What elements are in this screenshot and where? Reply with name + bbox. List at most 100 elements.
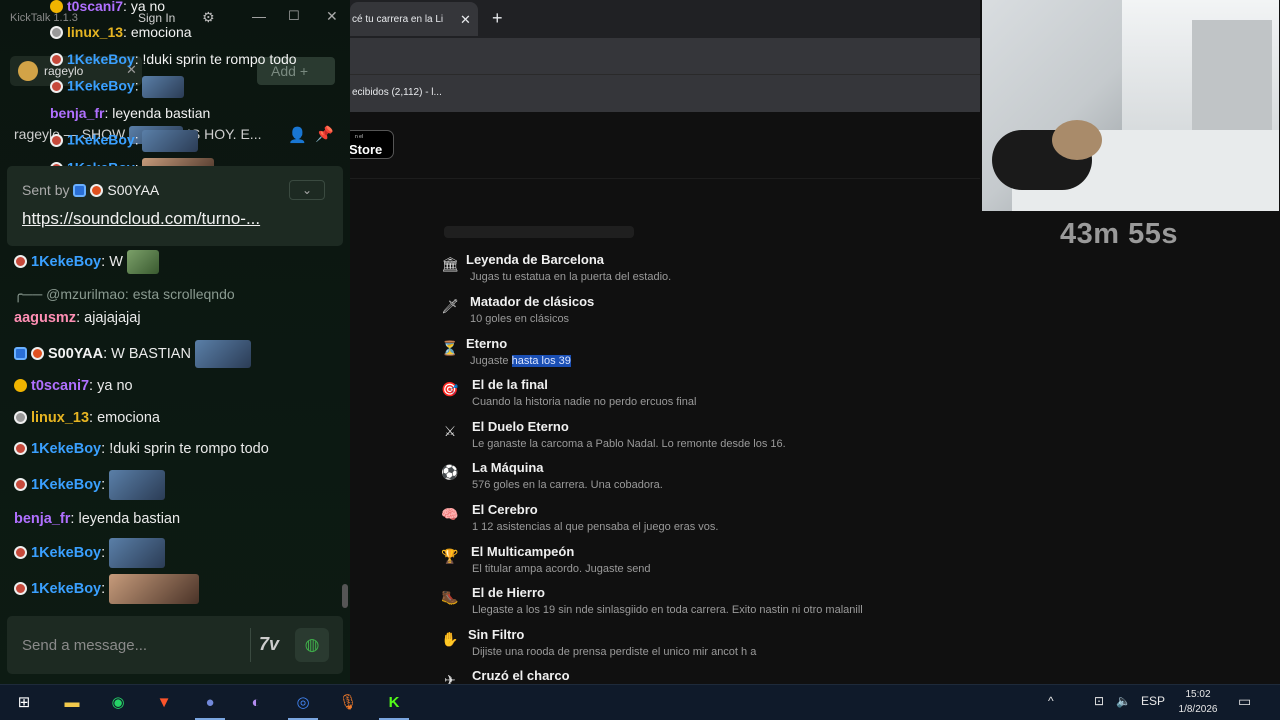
- badge-icon: [90, 184, 104, 197]
- bookmark-item[interactable]: ecibidos (2,112) - l...: [352, 87, 442, 98]
- achievement-title: Sin Filtro: [468, 627, 525, 642]
- username[interactable]: benja_fr: [50, 105, 104, 121]
- webcam-head: [1052, 120, 1102, 160]
- network-icon[interactable]: ⊡: [1094, 694, 1104, 708]
- achievement-item: ⏳ Eterno Jugaste hasta los 39: [440, 336, 1000, 376]
- achievement-title: El de Hierro: [472, 585, 545, 600]
- achievement-title: El Duelo Eterno: [472, 419, 569, 434]
- chat-message: aagusmz: ajajajajaj: [14, 310, 141, 326]
- hourglass-icon: ⏳: [441, 340, 459, 356]
- message-text: ya no: [97, 378, 133, 394]
- badge-icon: [14, 581, 27, 595]
- tab-close-icon[interactable]: ✕: [460, 12, 471, 28]
- emote: [109, 574, 200, 604]
- chat-message: 1KekeBoy: W: [14, 250, 159, 274]
- username[interactable]: S00YAA: [48, 346, 103, 362]
- emote: [109, 470, 166, 500]
- achievement-desc: 576 goles en la carrera. Una cobadora.: [472, 479, 663, 491]
- message-text: emociona: [130, 24, 192, 40]
- username[interactable]: 1KekeBoy: [31, 477, 101, 493]
- message-text: W: [109, 253, 123, 270]
- address-bar[interactable]: [350, 38, 980, 74]
- chrome-icon[interactable]: ◎: [291, 691, 315, 715]
- achievement-item: 🥾 El de Hierro Llegaste a los 19 sin nde…: [440, 585, 1000, 625]
- username[interactable]: benja_fr: [14, 511, 70, 527]
- volume-icon[interactable]: 🔈: [1116, 694, 1131, 708]
- chevron-up-icon[interactable]: ^: [1048, 694, 1054, 708]
- divider: [250, 628, 251, 662]
- username[interactable]: 1KekeBoy: [31, 441, 101, 457]
- sent-by-user[interactable]: S00YAA: [107, 182, 159, 198]
- badge-icon: [50, 26, 63, 39]
- username[interactable]: 1KekeBoy: [67, 51, 135, 67]
- badge-icon: [50, 0, 63, 13]
- achievement-item: ✋ Sin Filtro Dijiste una rooda de prensa…: [440, 627, 1000, 667]
- app-icon[interactable]: ◐: [244, 691, 268, 715]
- message-text: W BASTIAN: [111, 345, 191, 362]
- username[interactable]: 1KekeBoy: [31, 254, 101, 270]
- username[interactable]: linux_13: [31, 410, 89, 426]
- chat-message: t0scani7: ya no: [50, 0, 165, 14]
- username[interactable]: aagusmz: [14, 310, 76, 326]
- chat-message: linux_13: emociona: [50, 24, 192, 40]
- achievement-item: ⚔ El Duelo Eterno Le ganaste la carcoma …: [440, 419, 1000, 459]
- username[interactable]: 1KekeBoy: [31, 545, 101, 561]
- chat-input-box: 7v ◍: [7, 616, 343, 674]
- file-explorer-icon[interactable]: ▬: [60, 691, 84, 715]
- browser-tab[interactable]: cé tu carrera en la Li ✕: [350, 2, 478, 36]
- message-text: !duki sprin te rompo todo: [142, 51, 297, 67]
- achievement-title: El de la final: [472, 377, 548, 392]
- emote-picker-icon[interactable]: 7v: [259, 634, 279, 655]
- achievement-title: El Multicampeón: [471, 544, 575, 559]
- badge-icon: [14, 254, 27, 268]
- emote: [194, 340, 251, 368]
- username[interactable]: t0scani7: [67, 0, 123, 14]
- achievement-item: 🗡 Matador de clásicos 10 goles en clásic…: [440, 294, 1000, 334]
- chat-scrollbar[interactable]: [342, 584, 348, 608]
- chat-input[interactable]: [7, 616, 243, 674]
- chat-message: 1KekeBoy:: [50, 76, 185, 98]
- store-small-label: n el: [355, 134, 364, 140]
- browser-tab-title: cé tu carrera en la Li: [352, 14, 444, 25]
- reply-text: @mzurilmao: esta scrolleqndo: [46, 286, 235, 302]
- clock[interactable]: 15:02 1/8/2026: [1172, 687, 1224, 717]
- pinned-link[interactable]: https://soundcloud.com/turno-...: [22, 209, 260, 229]
- globe-icon[interactable]: ◍: [295, 628, 329, 662]
- notification-icon[interactable]: ▭: [1238, 693, 1251, 710]
- message-text: ajajajajaj: [84, 310, 141, 326]
- chat-message: 1KekeBoy: !duki sprin te rompo todo: [50, 51, 297, 67]
- boot-icon: 🥾: [441, 589, 459, 605]
- username[interactable]: 1KekeBoy: [67, 78, 135, 94]
- bookmarks-bar: ecibidos (2,112) - l...: [350, 74, 980, 112]
- chevron-down-icon[interactable]: ⌄: [289, 180, 325, 200]
- new-tab-icon[interactable]: +: [492, 8, 503, 29]
- achievement-title: Cruzó el charco: [472, 668, 570, 683]
- username[interactable]: 1KekeBoy: [67, 132, 135, 148]
- username[interactable]: t0scani7: [31, 378, 89, 394]
- username[interactable]: linux_13: [67, 24, 123, 40]
- selected-text: hasta los 39: [511, 355, 571, 367]
- discord-icon[interactable]: ●: [198, 691, 222, 715]
- sent-by: Sent by S00YAA: [22, 182, 159, 198]
- achievement-item: ⚽ La Máquina 576 goles en la carrera. Un…: [440, 460, 1000, 500]
- whatsapp-icon[interactable]: ◉: [106, 691, 130, 715]
- target-icon: 🎯: [441, 381, 459, 397]
- username[interactable]: 1KekeBoy: [31, 581, 101, 597]
- message-text: !duki sprin te rompo todo: [109, 441, 269, 457]
- achievement-desc: Le ganaste la carcoma a Pablo Nadal. Lo …: [472, 438, 786, 450]
- stream-timer: 43m 55s: [1060, 218, 1178, 250]
- achievement-desc: Dijiste una rooda de prensa perdiste el …: [472, 646, 757, 658]
- achievement-desc: Llegaste a los 19 sin nde sinlasgiido en…: [472, 604, 863, 616]
- windows-start-icon[interactable]: ⊞: [12, 691, 36, 715]
- clock-date: 1/8/2026: [1178, 704, 1218, 715]
- verified-badge-icon: [14, 346, 27, 360]
- chat-message: S00YAA: W BASTIAN: [14, 340, 251, 368]
- language-indicator[interactable]: ESP: [1141, 694, 1165, 708]
- microphone-icon[interactable]: 🎙: [336, 691, 360, 715]
- kick-icon[interactable]: K: [382, 691, 406, 715]
- brave-icon[interactable]: ▼: [152, 691, 176, 715]
- store-button[interactable]: n el Store: [344, 130, 394, 159]
- message-text: leyenda bastian: [78, 511, 181, 527]
- achievement-desc: Jugas tu estatua en la puerta del estadi…: [470, 271, 672, 283]
- overlay-messages: t0scani7: ya no linux_13: emociona 1Keke…: [0, 0, 350, 182]
